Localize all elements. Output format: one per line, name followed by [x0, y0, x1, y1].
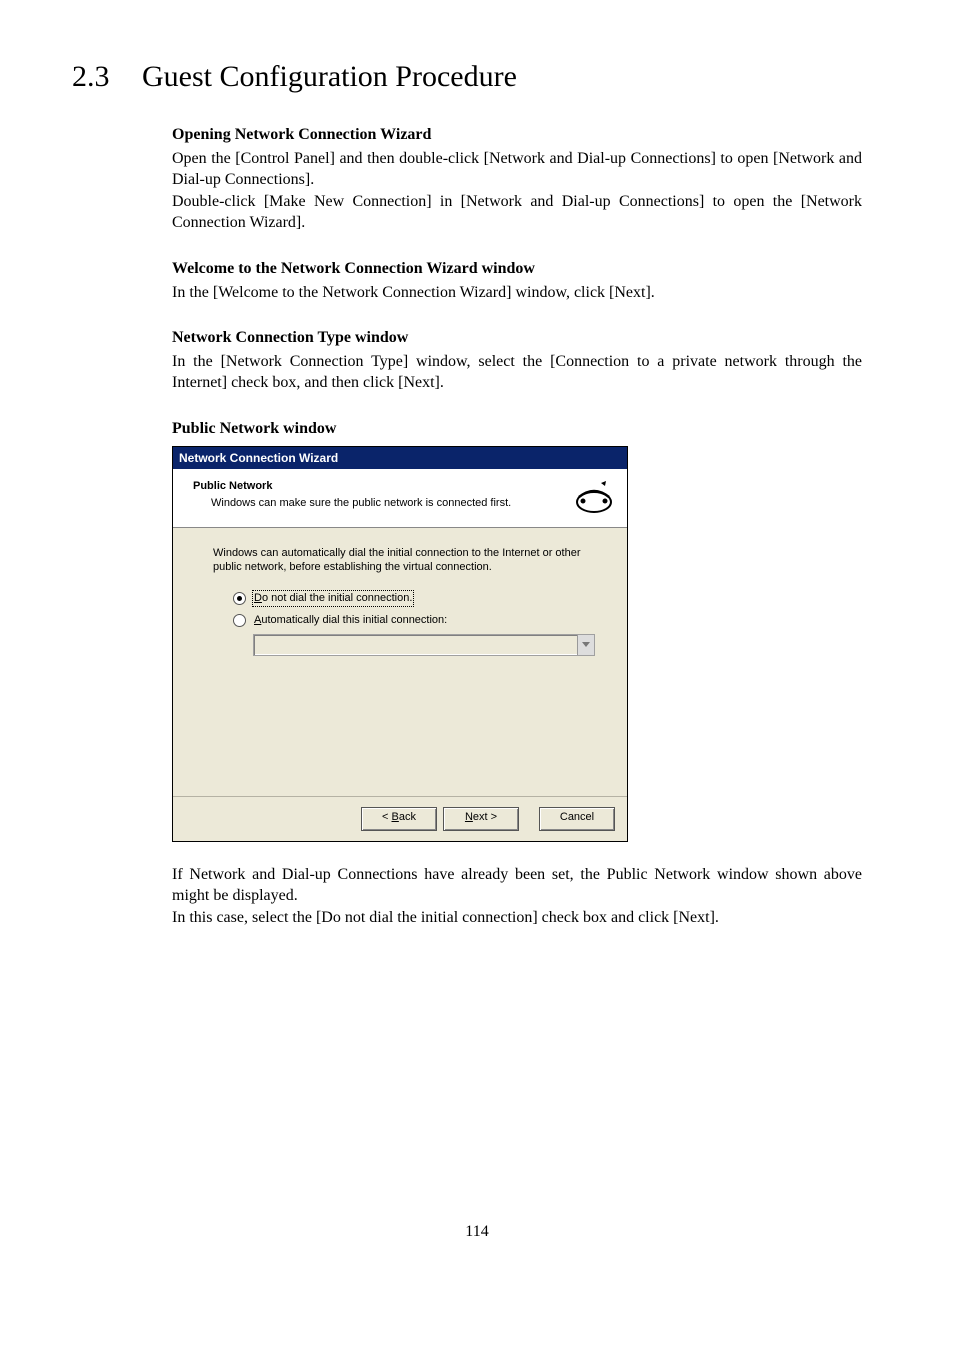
subhead-opening: Opening Network Connection Wizard — [172, 124, 862, 146]
chevron-down-icon — [577, 635, 594, 655]
paragraph: If Network and Dial-up Connections have … — [172, 864, 862, 907]
section-heading: 2.3 Guest Configuration Procedure — [72, 60, 864, 94]
radio-label: Do not dial the initial connection. — [252, 590, 414, 607]
section-title: Guest Configuration Procedure — [142, 60, 517, 94]
paragraph: In this case, select the [Do not dial th… — [172, 907, 862, 929]
subhead-welcome: Welcome to the Network Connection Wizard… — [172, 258, 862, 280]
wizard-instruction: Windows can automatically dial the initi… — [213, 546, 587, 575]
section-number: 2.3 — [72, 60, 142, 94]
subhead-type: Network Connection Type window — [172, 327, 862, 349]
connection-dropdown[interactable] — [253, 634, 595, 656]
wizard-header-title: Public Network — [193, 479, 565, 494]
paragraph: Double-click [Make New Connection] in [N… — [172, 191, 862, 234]
subhead-public: Public Network window — [172, 418, 862, 440]
page-number: 114 — [0, 1223, 954, 1241]
wizard-body: Windows can automatically dial the initi… — [173, 528, 627, 796]
radio-auto-dial[interactable]: Automatically dial this initial connecti… — [233, 613, 587, 628]
radio-do-not-dial[interactable]: Do not dial the initial connection. — [233, 590, 587, 607]
dropdown-value — [254, 635, 577, 655]
wizard-titlebar: Network Connection Wizard — [173, 447, 627, 469]
radio-indicator-icon — [233, 592, 246, 605]
radio-indicator-icon — [233, 614, 246, 627]
back-button[interactable]: < Back — [361, 807, 437, 831]
wizard-icon — [573, 479, 615, 517]
wizard-window: Network Connection Wizard Public Network… — [172, 446, 628, 842]
wizard-header: Public Network Windows can make sure the… — [173, 469, 627, 528]
wizard-header-subtitle: Windows can make sure the public network… — [211, 496, 565, 511]
radio-label: Automatically dial this initial connecti… — [252, 613, 449, 628]
paragraph: In the [Network Connection Type] window,… — [172, 351, 862, 394]
wizard-footer: < Back Next > Cancel — [173, 796, 627, 841]
cancel-button[interactable]: Cancel — [539, 807, 615, 831]
paragraph: In the [Welcome to the Network Connectio… — [172, 282, 862, 304]
next-button[interactable]: Next > — [443, 807, 519, 831]
paragraph: Open the [Control Panel] and then double… — [172, 148, 862, 191]
